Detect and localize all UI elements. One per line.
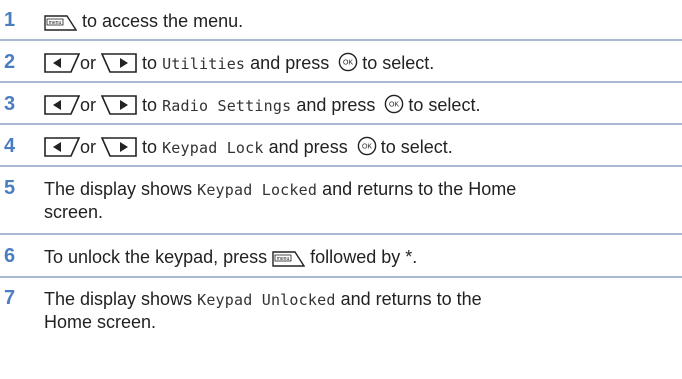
step-label: to [142,53,158,73]
step-number: 7 [4,287,16,309]
step-number: 4 [4,135,16,157]
step-2: 2 or to Utilities and press to select. [0,48,682,78]
step-label: screen. [44,202,104,222]
step-label: and press [296,95,376,115]
step-label: to [142,137,158,157]
separator [0,123,682,125]
step-text: or to Radio Settings and press to select… [44,94,676,117]
step-text: The display shows Keypad Unlocked and re… [44,288,676,333]
separator [0,276,682,278]
step-label: and press [250,53,330,73]
step-3: 3 or to Radio Settings and press to sele… [0,90,682,120]
step-text: or to Keypad Lock and press to select. [44,136,676,159]
step-number: 6 [4,245,16,267]
menu-target: Radio Settings [162,97,292,115]
step-text: To unlock the keypad, press followed by … [44,246,676,268]
step-number: 2 [4,51,16,73]
step-number: 1 [4,9,16,31]
left-arrow-key-icon [44,137,80,157]
menu-key-icon [44,15,77,31]
step-label: To unlock the keypad, press [44,247,268,267]
step-label: and press [268,137,348,157]
menu-target: Utilities [162,55,246,73]
separator [0,233,682,235]
separator [0,39,682,41]
step-label: to access the menu. [82,11,244,31]
step-text: or to Utilities and press to select. [44,52,676,75]
step-number: 5 [4,177,16,199]
ok-key-icon [384,94,404,114]
step-label: to select. [362,53,435,73]
step-label: The display shows [44,179,193,199]
right-arrow-key-icon [101,53,137,73]
step-label: The display shows [44,289,193,309]
ok-key-icon [338,52,358,72]
display-message: Keypad Unlocked [197,291,336,309]
ok-key-icon [357,136,377,156]
menu-target: Keypad Lock [162,139,264,157]
menu-key-icon [272,251,305,267]
separator [0,81,682,83]
step-text: The display shows Keypad Locked and retu… [44,178,676,223]
step-text: to access the menu. [44,10,676,32]
right-arrow-key-icon [101,137,137,157]
instruction-list: 1 to access the menu. 2 or to Utilities … [0,0,682,379]
step-label: and returns to the [340,289,482,309]
step-number: 3 [4,93,16,115]
step-label: or [80,53,97,73]
separator [0,165,682,167]
step-label: or [80,95,97,115]
left-arrow-key-icon [44,95,80,115]
step-label: followed by *. [310,247,418,267]
right-arrow-key-icon [101,95,137,115]
left-arrow-key-icon [44,53,80,73]
display-message: Keypad Locked [197,181,318,199]
step-label: Home screen. [44,312,157,332]
step-label: and returns to the Home [322,179,517,199]
step-7: 7 The display shows Keypad Unlocked and … [0,286,682,340]
step-5: 5 The display shows Keypad Locked and re… [0,176,682,230]
step-label: or [80,137,97,157]
step-label: to [142,95,158,115]
step-4: 4 or to Keypad Lock and press to select. [0,132,682,162]
step-label: to select. [380,137,453,157]
step-label: to select. [408,95,481,115]
step-1: 1 to access the menu. [0,6,682,36]
step-6: 6 To unlock the keypad, press followed b… [0,242,682,272]
